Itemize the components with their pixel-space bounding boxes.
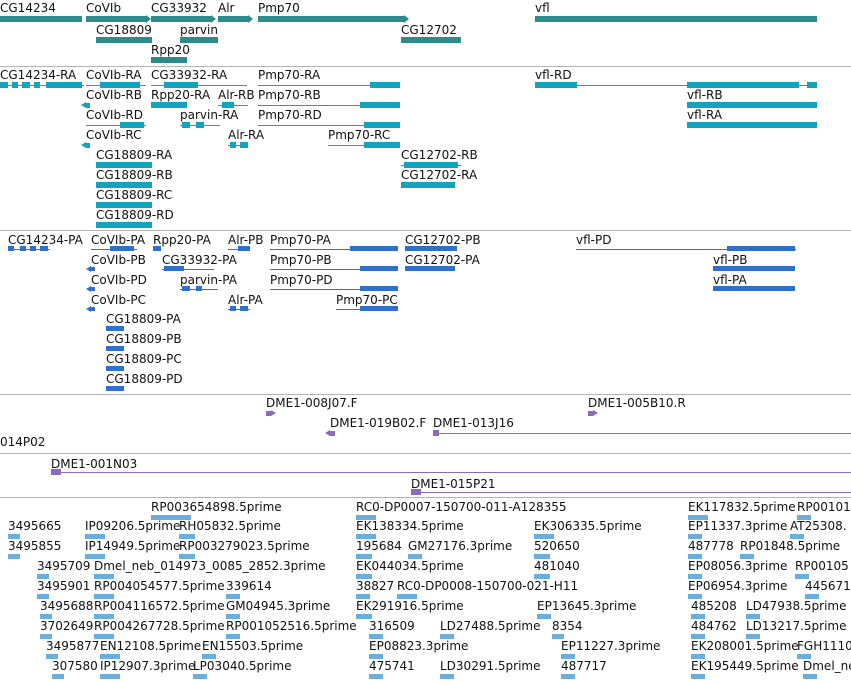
feature-label[interactable]: RP00101 bbox=[797, 500, 851, 514]
feature-label[interactable]: Dmel_ne bbox=[803, 659, 851, 673]
feature-label[interactable]: LD13217.5prime bbox=[746, 619, 847, 633]
feature-label[interactable]: RC0-DP0008-150700-021-H11 bbox=[397, 579, 578, 593]
feature-label[interactable]: EK138334.5prime bbox=[356, 519, 464, 533]
feature-label[interactable]: 307580 bbox=[52, 659, 98, 673]
feature-label[interactable]: AT25308. bbox=[790, 519, 847, 533]
feature-label[interactable]: EK291916.5prime bbox=[356, 599, 464, 613]
feature-label[interactable]: 481040 bbox=[534, 559, 580, 573]
exon-block[interactable] bbox=[691, 674, 705, 679]
feature-label[interactable]: 3495665 bbox=[8, 519, 61, 533]
genome-browser: CG14234 CoVIb CG33932 Alr Pmp70 vfl CG18809 par… bbox=[0, 0, 851, 682]
feature-label[interactable]: RP01848.5prime bbox=[740, 539, 840, 553]
feature-label[interactable]: 339614 bbox=[226, 579, 272, 593]
feature-label[interactable]: FGH1110 bbox=[797, 639, 851, 653]
feature-label[interactable]: EP13645.3prime bbox=[537, 599, 636, 613]
feature-label[interactable]: 487717 bbox=[561, 659, 607, 673]
feature-label[interactable]: GM04945.3prime bbox=[226, 599, 330, 613]
feature-label[interactable]: 445671 bbox=[805, 579, 851, 593]
feature-label[interactable]: IP12907.3prime bbox=[100, 659, 195, 673]
feature-label[interactable]: EN15503.5prime bbox=[202, 639, 303, 653]
feature-label[interactable]: RP004267728.5prime bbox=[94, 619, 225, 633]
feature-label[interactable]: EP11227.3prime bbox=[561, 639, 660, 653]
exon-block[interactable] bbox=[100, 674, 120, 679]
exon-block[interactable] bbox=[8, 554, 20, 559]
feature-label[interactable]: IP09206.5prime bbox=[85, 519, 180, 533]
feature-label[interactable]: 3495901 bbox=[37, 579, 90, 593]
feature-label[interactable]: 520650 bbox=[534, 539, 580, 553]
feature-label[interactable]: 3495709 bbox=[37, 559, 90, 573]
feature-label[interactable]: EP06954.3prime bbox=[688, 579, 787, 593]
feature-label[interactable]: RP003654898.5prime bbox=[151, 500, 282, 514]
feature-label[interactable]: RP004116572.5prime bbox=[94, 599, 225, 613]
exon-block[interactable] bbox=[803, 674, 817, 679]
feature-label[interactable]: LP03040.5prime bbox=[193, 659, 292, 673]
feature-label[interactable]: EK208001.5prime bbox=[691, 639, 799, 653]
feature-label[interactable]: GM27176.3prime bbox=[408, 539, 512, 553]
feature-label[interactable]: EK044034.5prime bbox=[356, 559, 464, 573]
feature-label[interactable]: EK306335.5prime bbox=[534, 519, 642, 533]
feature-label[interactable]: EP08056.3prime bbox=[688, 559, 787, 573]
feature-label[interactable]: LD30291.5prime bbox=[440, 659, 541, 673]
feature-label[interactable]: 3702649 bbox=[40, 619, 93, 633]
exon-block[interactable] bbox=[52, 674, 64, 679]
feature-label[interactable]: 38827 bbox=[356, 579, 394, 593]
feature-label[interactable]: RP004054577.5prime bbox=[94, 579, 225, 593]
feature-label[interactable]: EK195449.5prime bbox=[691, 659, 799, 673]
feature-label[interactable]: EP11337.3prime bbox=[688, 519, 787, 533]
feature-label[interactable]: 3495855 bbox=[8, 539, 61, 553]
feature-label[interactable]: RC0-DP0007-150700-011-A128355 bbox=[356, 500, 567, 514]
feature-label[interactable]: LD47938.5prime bbox=[746, 599, 847, 613]
feature-label[interactable]: 475741 bbox=[369, 659, 415, 673]
feature-label[interactable]: RP003279023.5prime bbox=[179, 539, 310, 553]
feature-label[interactable]: 3495877 bbox=[46, 639, 99, 653]
feature-label[interactable]: 485208 bbox=[691, 599, 737, 613]
est-track: RP003654898.5prime RC0-DP0007-150700-011-… bbox=[0, 0, 851, 682]
feature-label[interactable]: 487778 bbox=[688, 539, 734, 553]
feature-label[interactable]: EP08823.3prime bbox=[369, 639, 468, 653]
feature-label[interactable]: 195684 bbox=[356, 539, 402, 553]
exon-block[interactable] bbox=[561, 674, 575, 679]
exon-block[interactable] bbox=[369, 674, 383, 679]
exon-block[interactable] bbox=[193, 674, 207, 679]
feature-label[interactable]: RP001052516.5prime bbox=[226, 619, 357, 633]
feature-label[interactable]: 8354 bbox=[552, 619, 583, 633]
feature-label[interactable]: IP14949.5prime bbox=[85, 539, 180, 553]
exon-block[interactable] bbox=[440, 674, 454, 679]
feature-label[interactable]: EK117832.5prime bbox=[688, 500, 796, 514]
feature-label[interactable]: RH05832.5prime bbox=[179, 519, 281, 533]
feature-label[interactable]: 484762 bbox=[691, 619, 737, 633]
feature-label[interactable]: RP00105 bbox=[795, 559, 849, 573]
feature-label[interactable]: LD27488.5prime bbox=[440, 619, 541, 633]
feature-label[interactable]: Dmel_neb_014973_0085_2852.3prime bbox=[94, 559, 326, 573]
feature-label[interactable]: 316509 bbox=[369, 619, 415, 633]
feature-label[interactable]: 3495688 bbox=[40, 599, 93, 613]
feature-label[interactable]: EN12108.5prime bbox=[100, 639, 201, 653]
